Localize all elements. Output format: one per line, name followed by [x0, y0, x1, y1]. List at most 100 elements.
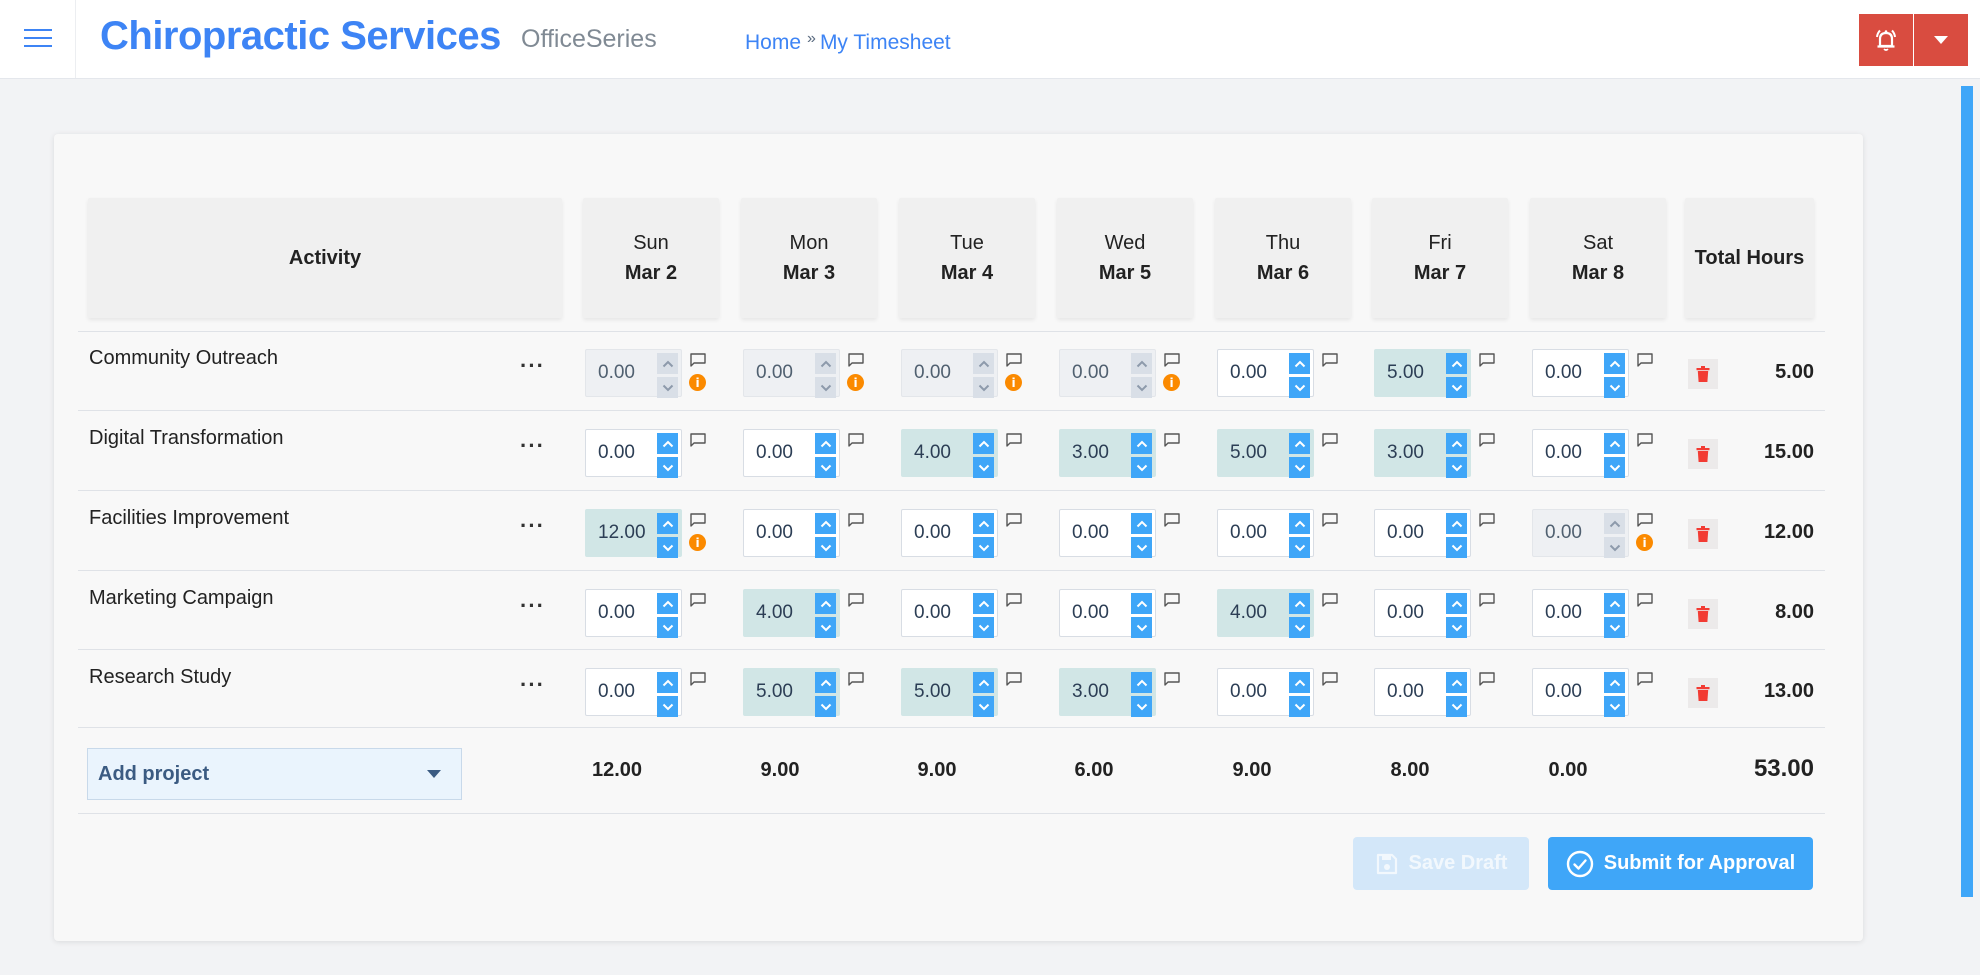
comment-icon[interactable]	[1006, 513, 1022, 527]
decrement-button[interactable]	[815, 457, 836, 478]
hours-input[interactable]: 12.00	[585, 509, 682, 558]
increment-button[interactable]	[1289, 353, 1310, 374]
increment-button[interactable]	[1604, 593, 1625, 614]
comment-icon[interactable]	[848, 672, 864, 686]
comment-icon[interactable]	[1006, 593, 1022, 607]
hours-input[interactable]: 0.00	[1217, 509, 1314, 558]
comment-icon[interactable]	[1322, 353, 1338, 367]
hours-value[interactable]: 0.00	[1545, 669, 1582, 715]
hours-input[interactable]: 0.00	[1532, 349, 1629, 398]
increment-button[interactable]	[1604, 353, 1625, 374]
hours-input[interactable]: 0.00	[1217, 668, 1314, 717]
delete-row-button[interactable]	[1688, 678, 1718, 708]
decrement-button[interactable]	[973, 537, 994, 558]
increment-button[interactable]	[1289, 513, 1310, 534]
hours-value[interactable]: 0.00	[598, 430, 635, 476]
comment-icon[interactable]	[690, 513, 706, 527]
alert-button[interactable]	[1859, 14, 1913, 66]
more-options-icon[interactable]: ···	[520, 433, 545, 459]
hours-value[interactable]: 5.00	[756, 669, 793, 715]
scrollbar[interactable]	[1961, 86, 1973, 897]
comment-icon[interactable]	[1322, 593, 1338, 607]
comment-icon[interactable]	[1637, 513, 1653, 527]
decrement-button[interactable]	[657, 696, 678, 717]
more-options-icon[interactable]: ···	[520, 672, 545, 698]
breadcrumb-home[interactable]: Home	[745, 31, 801, 55]
save-draft-button[interactable]: Save Draft	[1353, 837, 1529, 890]
comment-icon[interactable]	[690, 593, 706, 607]
hours-value[interactable]: 0.00	[1387, 590, 1424, 636]
hours-input[interactable]: 4.00	[1217, 589, 1314, 638]
hours-input[interactable]: 0.00	[1532, 429, 1629, 478]
hours-value[interactable]: 3.00	[1072, 430, 1109, 476]
more-options-icon[interactable]: ···	[520, 353, 545, 379]
hours-value[interactable]: 0.00	[1230, 350, 1267, 396]
increment-button[interactable]	[973, 433, 994, 454]
hours-value[interactable]: 0.00	[1545, 590, 1582, 636]
increment-button[interactable]	[973, 672, 994, 693]
hours-value[interactable]: 12.00	[598, 510, 646, 556]
comment-icon[interactable]	[1479, 513, 1495, 527]
submit-for-approval-button[interactable]: Submit for Approval	[1548, 837, 1813, 890]
decrement-button[interactable]	[815, 537, 836, 558]
delete-row-button[interactable]	[1688, 439, 1718, 469]
hours-input[interactable]: 3.00	[1059, 429, 1156, 478]
hours-value[interactable]: 0.00	[914, 510, 951, 556]
hours-value[interactable]: 5.00	[1230, 430, 1267, 476]
comment-icon[interactable]	[1164, 593, 1180, 607]
hours-input[interactable]: 3.00	[1059, 668, 1156, 717]
hours-input[interactable]: 0.00	[585, 668, 682, 717]
increment-button[interactable]	[1446, 353, 1467, 374]
increment-button[interactable]	[1604, 672, 1625, 693]
comment-icon[interactable]	[848, 593, 864, 607]
hours-input[interactable]: 4.00	[743, 589, 840, 638]
increment-button[interactable]	[815, 513, 836, 534]
comment-icon[interactable]	[848, 433, 864, 447]
increment-button[interactable]	[1446, 513, 1467, 534]
hamburger-icon[interactable]	[24, 27, 52, 49]
decrement-button[interactable]	[1289, 696, 1310, 717]
increment-button[interactable]	[1131, 672, 1152, 693]
info-warning-icon[interactable]: i	[847, 374, 864, 391]
comment-icon[interactable]	[1006, 353, 1022, 367]
hours-input[interactable]: 5.00	[1217, 429, 1314, 478]
info-warning-icon[interactable]: i	[689, 374, 706, 391]
hours-value[interactable]: 0.00	[914, 590, 951, 636]
comment-icon[interactable]	[1322, 513, 1338, 527]
comment-icon[interactable]	[1479, 672, 1495, 686]
hours-value[interactable]: 0.00	[1545, 350, 1582, 396]
decrement-button[interactable]	[1446, 696, 1467, 717]
comment-icon[interactable]	[1479, 593, 1495, 607]
more-options-icon[interactable]: ···	[520, 593, 545, 619]
comment-icon[interactable]	[1322, 433, 1338, 447]
decrement-button[interactable]	[1131, 537, 1152, 558]
comment-icon[interactable]	[690, 433, 706, 447]
increment-button[interactable]	[657, 672, 678, 693]
increment-button[interactable]	[1131, 433, 1152, 454]
decrement-button[interactable]	[1446, 617, 1467, 638]
comment-icon[interactable]	[1637, 672, 1653, 686]
hours-input[interactable]: 0.00	[901, 509, 998, 558]
increment-button[interactable]	[1289, 433, 1310, 454]
increment-button[interactable]	[1289, 593, 1310, 614]
hours-value[interactable]: 0.00	[1230, 669, 1267, 715]
hours-input[interactable]: 0.00	[1374, 509, 1471, 558]
hours-input[interactable]: 0.00	[1374, 589, 1471, 638]
increment-button[interactable]	[657, 593, 678, 614]
increment-button[interactable]	[1289, 672, 1310, 693]
decrement-button[interactable]	[657, 457, 678, 478]
increment-button[interactable]	[1446, 433, 1467, 454]
hours-value[interactable]: 0.00	[1545, 430, 1582, 476]
decrement-button[interactable]	[1446, 537, 1467, 558]
comment-icon[interactable]	[848, 513, 864, 527]
info-warning-icon[interactable]: i	[689, 534, 706, 551]
hours-input[interactable]: 0.00	[585, 429, 682, 478]
increment-button[interactable]	[657, 433, 678, 454]
decrement-button[interactable]	[657, 537, 678, 558]
hours-value[interactable]: 0.00	[1230, 510, 1267, 556]
decrement-button[interactable]	[1604, 457, 1625, 478]
breadcrumb-my-timesheet[interactable]: My Timesheet	[820, 31, 951, 55]
comment-icon[interactable]	[1164, 672, 1180, 686]
decrement-button[interactable]	[815, 696, 836, 717]
hours-value[interactable]: 4.00	[756, 590, 793, 636]
